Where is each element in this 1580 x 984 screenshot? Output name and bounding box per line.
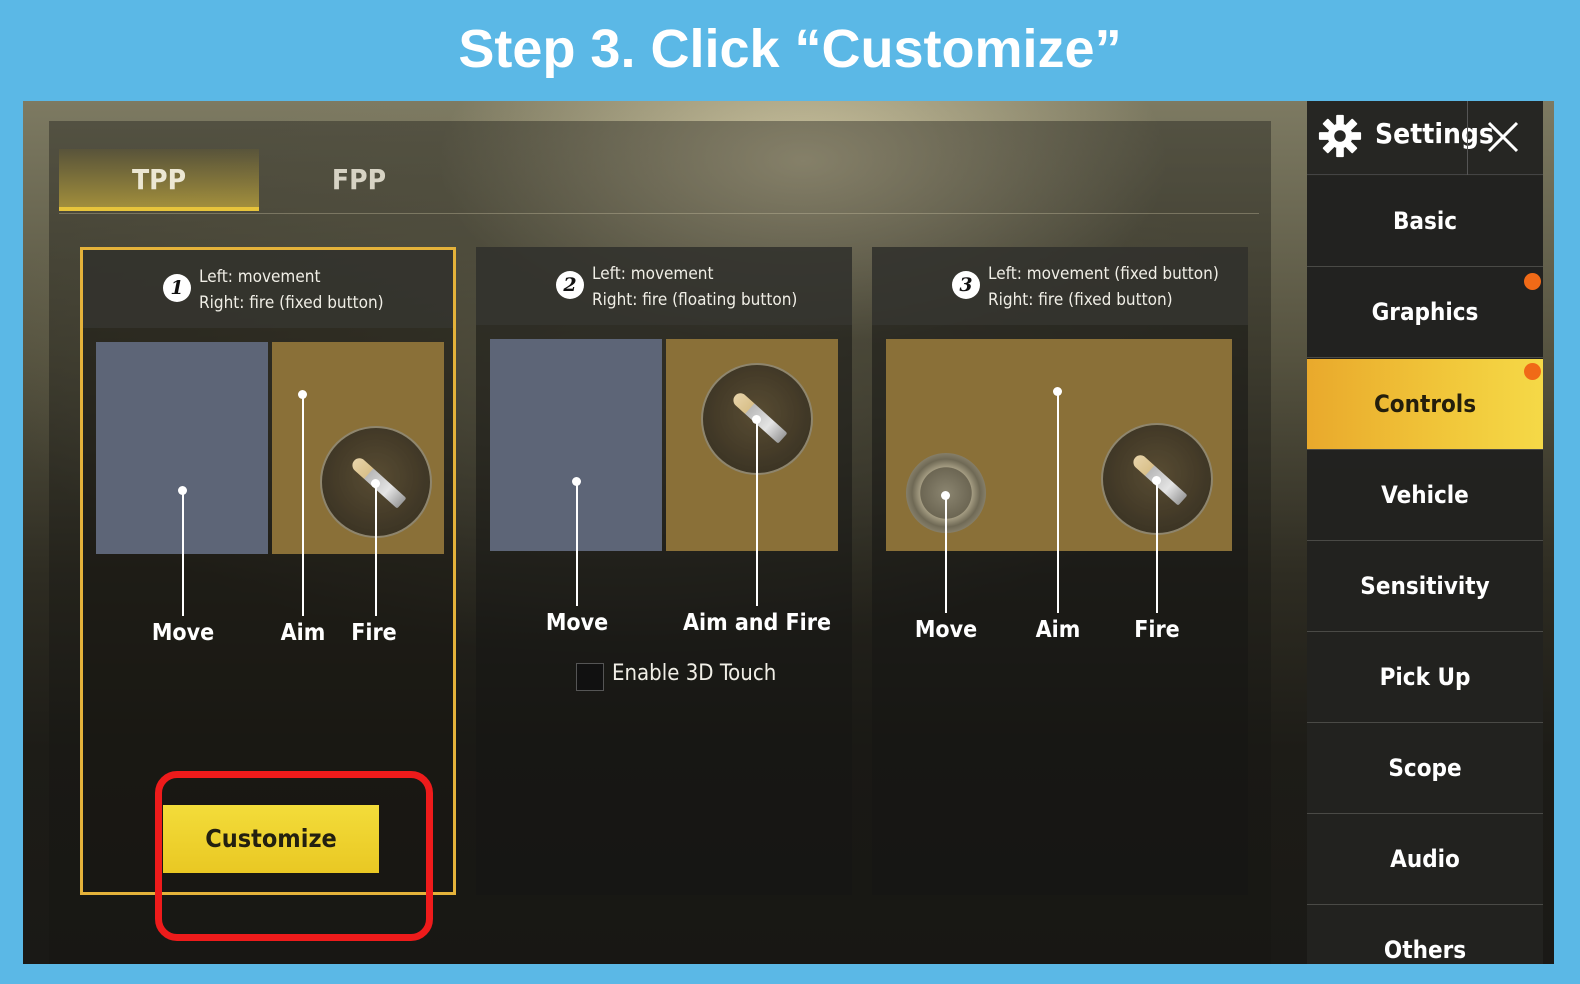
move-pointer-line <box>182 491 184 616</box>
sidebar-item-label: Scope <box>1388 754 1462 782</box>
layout-number-badge: 3 <box>952 271 980 299</box>
layout-number-badge: 1 <box>163 274 191 302</box>
layout-description: Left: movement Right: fire (floating but… <box>592 261 797 313</box>
sidebar-item-label: Audio <box>1390 845 1460 873</box>
tab-fpp[interactable]: FPP <box>259 149 459 211</box>
sidebar-item-vehicle[interactable]: Vehicle <box>1307 450 1543 541</box>
sidebar-item-pick-up[interactable]: Pick Up <box>1307 632 1543 723</box>
layout-header: 1 Left: movement Right: fire (fixed butt… <box>83 250 453 328</box>
notification-dot <box>1524 273 1541 290</box>
gear-icon <box>1318 114 1362 158</box>
aim-pointer-dot <box>1053 387 1062 396</box>
customize-highlight-box <box>155 771 433 941</box>
layout-header: 3 Left: movement (fixed button) Right: f… <box>872 247 1248 325</box>
notification-dot <box>1524 363 1541 380</box>
tab-divider <box>59 213 1259 214</box>
layout-desc-right: Right: fire (fixed button) <box>199 293 384 313</box>
sidebar-item-basic[interactable]: Basic <box>1307 176 1543 267</box>
layout-description: Left: movement (fixed button) Right: fir… <box>988 261 1219 313</box>
settings-title: Settings <box>1375 117 1494 150</box>
fire-pointer-line <box>375 484 377 616</box>
layout-desc-left: Left: movement (fixed button) <box>988 264 1219 284</box>
close-divider <box>1467 101 1468 175</box>
fire-label: Fire <box>351 620 397 646</box>
sidebar-item-label: Graphics <box>1371 298 1479 326</box>
layout-description: Left: movement Right: fire (fixed button… <box>199 264 384 316</box>
sidebar-item-label: Pick Up <box>1379 663 1471 691</box>
sidebar-item-label: Vehicle <box>1381 481 1469 509</box>
sidebar-item-label: Basic <box>1392 207 1458 235</box>
move-pointer-line <box>576 482 578 606</box>
sidebar-item-scope[interactable]: Scope <box>1307 723 1543 814</box>
tab-tpp[interactable]: TPP <box>59 149 259 211</box>
close-icon[interactable] <box>1485 119 1521 155</box>
banner-title: Step 3. Click “Customize” <box>458 19 1122 79</box>
layout-card-3[interactable]: 3 Left: movement (fixed button) Right: f… <box>872 247 1248 895</box>
fire-pointer-dot <box>371 479 380 488</box>
layout-desc-left: Left: movement <box>592 264 714 284</box>
fire-pointer-line <box>1156 481 1158 613</box>
move-label: Move <box>545 610 609 636</box>
layout-desc-left: Left: movement <box>199 267 321 287</box>
game-settings-screen: TPP FPP 1 Left: movement Right: fire (fi… <box>23 101 1554 964</box>
sidebar-item-label: Sensitivity <box>1360 572 1490 600</box>
move-pointer-dot <box>572 477 581 486</box>
layout-desc-right: Right: fire (floating button) <box>592 290 798 310</box>
sidebar-item-audio[interactable]: Audio <box>1307 814 1543 905</box>
layout-desc-right: Right: fire (fixed button) <box>988 290 1173 310</box>
aim-fire-pointer-dot <box>752 415 761 424</box>
move-pointer-dot <box>178 486 187 495</box>
settings-header: Settings <box>1307 101 1543 175</box>
sidebar-item-sensitivity[interactable]: Sensitivity <box>1307 541 1543 632</box>
aim-pointer-dot <box>298 390 307 399</box>
sidebar-item-graphics[interactable]: Graphics <box>1307 267 1543 358</box>
layout-header: 2 Left: movement Right: fire (floating b… <box>476 247 852 325</box>
sidebar-item-label: Others <box>1383 936 1467 964</box>
move-pointer-line <box>945 496 947 613</box>
fire-label: Fire <box>1134 617 1180 643</box>
move-pointer-dot <box>941 491 950 500</box>
aim-and-fire-label: Aim and Fire <box>682 610 832 636</box>
enable-3d-touch-label: Enable 3D Touch <box>612 661 777 686</box>
fire-pointer-dot <box>1152 476 1161 485</box>
settings-sidebar: Settings Basic Graphics Controls Vehicle… <box>1307 101 1543 964</box>
sidebar-item-label: Controls <box>1373 390 1477 418</box>
aim-pointer-line <box>302 395 304 616</box>
controls-panel: TPP FPP 1 Left: movement Right: fire (fi… <box>49 121 1271 964</box>
enable-3d-touch-checkbox[interactable] <box>576 663 604 691</box>
aim-fire-pointer-line <box>756 420 758 606</box>
sidebar-item-others[interactable]: Others <box>1307 905 1543 964</box>
aim-pointer-line <box>1057 392 1059 613</box>
layout-number-badge: 2 <box>556 271 584 299</box>
layout-card-2[interactable]: 2 Left: movement Right: fire (floating b… <box>476 247 852 895</box>
sidebar-item-controls[interactable]: Controls <box>1307 359 1543 450</box>
